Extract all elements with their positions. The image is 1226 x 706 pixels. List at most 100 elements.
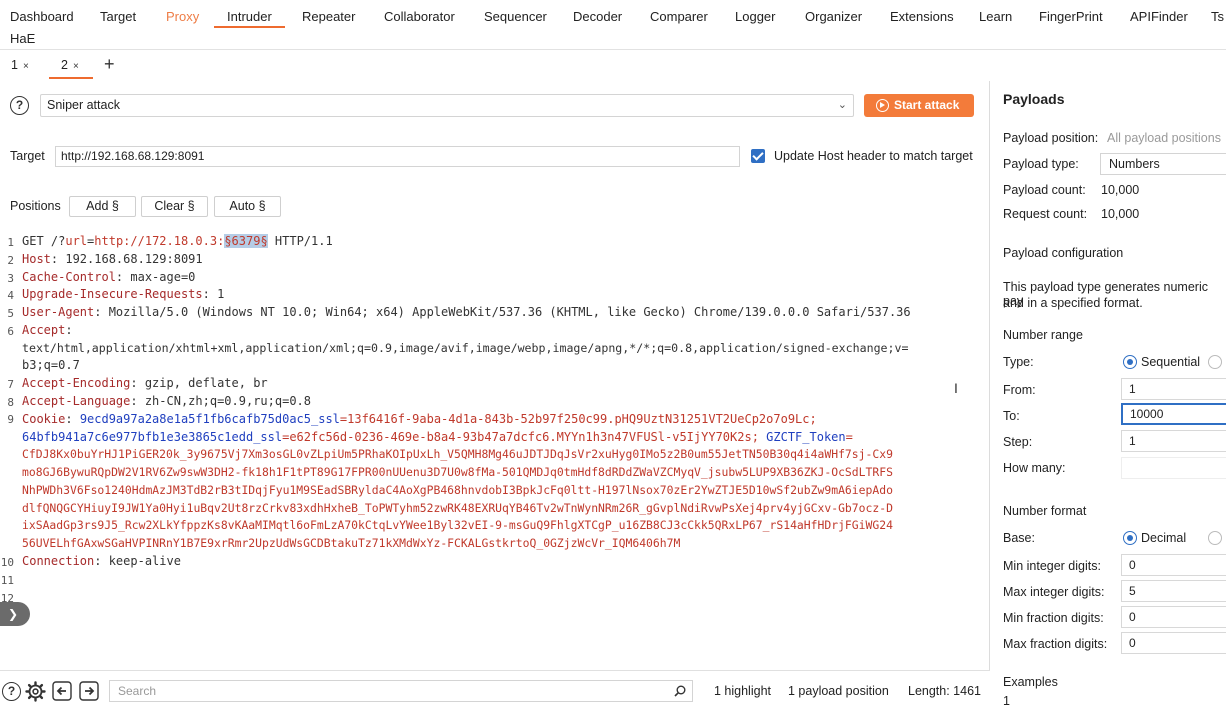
how-many-input[interactable] — [1121, 457, 1226, 479]
line-number: 2 — [7, 254, 14, 267]
how-many-label: How many: — [1003, 461, 1066, 475]
request-length: Length: 1461 — [908, 684, 981, 698]
header-line: Upgrade-Insecure-Requests: 1 — [22, 286, 224, 304]
tab-apifinder[interactable]: APIFinder — [1130, 0, 1188, 32]
forward-arrow-icon[interactable] — [79, 681, 99, 701]
payload-type-select[interactable]: Numbers — [1100, 153, 1226, 175]
random-radio[interactable] — [1208, 355, 1222, 369]
add-marker-button[interactable]: Add § — [69, 196, 136, 217]
close-icon[interactable]: × — [23, 61, 29, 72]
cookie-line: 64bfb941a7c6e977bfb1e3e3865c1edd_ssl=e62… — [22, 429, 853, 447]
tab-intruder[interactable]: Intruder — [214, 0, 285, 32]
min-integer-input[interactable]: 0 — [1121, 554, 1226, 576]
target-input[interactable]: http://192.168.68.129:8091 — [55, 146, 740, 167]
hex-radio[interactable] — [1208, 531, 1222, 545]
header-key: Cache-Control — [22, 270, 116, 284]
tab-ts[interactable]: Ts — [1211, 0, 1224, 32]
cookie-name: 64bfb941a7c6e977bfb1e3e3865c1edd_ssl — [22, 430, 283, 444]
subtab-2[interactable]: 2 × — [49, 58, 93, 79]
request-count-label: Request count: — [1003, 207, 1088, 221]
help-icon[interactable]: ? — [10, 96, 29, 115]
cookie-value-line: NhPWDh3V6Fso1240HdmAzJM3TdB2rB3tIDqjFyu1… — [22, 483, 893, 497]
max-integer-input[interactable]: 5 — [1121, 580, 1226, 602]
pane-divider[interactable] — [989, 81, 990, 706]
from-input[interactable]: 1 — [1121, 378, 1226, 400]
step-label: Step: — [1003, 435, 1033, 449]
cookie-value: =e62fc56d-0236-469e-b8a4-93b47a7dcfc6.MY… — [282, 430, 759, 444]
cookie-value-line: mo8GJ6BywuRQpDW2V1RV6Zw9swW3DH2-fk18h1F1… — [22, 465, 893, 479]
tab-sequencer[interactable]: Sequencer — [484, 0, 547, 32]
max-fraction-input[interactable]: 0 — [1121, 632, 1226, 654]
line-number: 4 — [7, 289, 14, 302]
tab-dashboard[interactable]: Dashboard — [10, 0, 74, 32]
cookie-value-line: 56UVELhfGAxwSGaHVPINRnY1B7E9xrRmr2UpzUdW… — [22, 536, 681, 550]
to-input[interactable]: 10000 — [1121, 403, 1226, 425]
clear-marker-button[interactable]: Clear § — [141, 196, 208, 217]
back-arrow-icon[interactable] — [52, 681, 72, 701]
gear-icon[interactable] — [25, 681, 46, 702]
header-key: Accept — [22, 323, 66, 337]
tab-extensions[interactable]: Extensions — [890, 0, 954, 32]
min-fraction-input[interactable]: 0 — [1121, 606, 1226, 628]
line-number: 6 — [7, 325, 14, 338]
examples-title: Examples — [1003, 675, 1058, 689]
tab-organizer[interactable]: Organizer — [805, 0, 862, 32]
cookie-value-line: CfDJ8Kx0buYrHJ1PiGER20k_3y9675Vj7Xm3osGL… — [22, 447, 893, 461]
auto-marker-button[interactable]: Auto § — [214, 196, 281, 217]
decimal-radio[interactable] — [1123, 531, 1137, 545]
tab-decoder[interactable]: Decoder — [573, 0, 622, 32]
search-icon[interactable] — [674, 685, 686, 697]
sequential-label[interactable]: Sequential — [1141, 355, 1200, 369]
cookie-eq: = — [845, 430, 853, 444]
close-icon[interactable]: × — [73, 61, 79, 72]
sequential-radio[interactable] — [1123, 355, 1137, 369]
header-key: Connection — [22, 554, 95, 568]
line-number: 7 — [7, 378, 14, 391]
expand-panel-button[interactable]: ❯ — [0, 602, 30, 626]
step-input[interactable]: 1 — [1121, 430, 1226, 452]
cookie-line: Cookie: 9ecd9a97a2a8e1a5f1fb6cafb75d0ac5… — [22, 411, 817, 429]
tab-logger[interactable]: Logger — [735, 0, 775, 32]
decimal-label[interactable]: Decimal — [1141, 531, 1186, 545]
start-attack-button[interactable]: Start attack — [864, 94, 974, 117]
add-tab-icon[interactable]: + — [104, 54, 115, 75]
play-icon — [876, 99, 889, 112]
tab-learn[interactable]: Learn — [979, 0, 1012, 32]
header-key: User-Agent — [22, 305, 95, 319]
param-name: url — [65, 234, 88, 248]
payload-config-title: Payload configuration — [1003, 246, 1124, 260]
header-value: : — [65, 323, 73, 337]
start-attack-label: Start attack — [894, 98, 960, 112]
payload-marker[interactable]: §6379§ — [224, 234, 268, 248]
from-label: From: — [1003, 383, 1036, 397]
tab-fingerprint[interactable]: FingerPrint — [1039, 0, 1103, 32]
tab-comparer[interactable]: Comparer — [650, 0, 708, 32]
help-icon[interactable]: ? — [2, 682, 21, 701]
header-key: Host — [22, 252, 51, 266]
header-line: Connection: keep-alive — [22, 553, 181, 571]
chevron-down-icon: ⌄ — [837, 99, 847, 111]
to-label: To: — [1003, 409, 1020, 423]
tab-hae[interactable]: HaE — [10, 31, 35, 46]
attack-type-select[interactable]: Sniper attack ⌄ — [40, 94, 854, 117]
max-integer-label: Max integer digits: — [1003, 585, 1105, 599]
update-host-label[interactable]: Update Host header to match target — [774, 149, 973, 163]
line-number: 8 — [7, 396, 14, 409]
tab-repeater[interactable]: Repeater — [302, 0, 355, 32]
tab-proxy[interactable]: Proxy — [166, 0, 199, 32]
line-number: 5 — [7, 307, 14, 320]
payload-count-value: 10,000 — [1101, 183, 1140, 197]
request-method: GET /? — [22, 234, 66, 248]
payload-position-select[interactable]: All payload positions — [1107, 131, 1221, 145]
update-host-checkbox[interactable] — [751, 149, 765, 163]
header-value: : Mozilla/5.0 (Windows NT 10.0; Win64; x… — [94, 305, 911, 319]
header-line: User-Agent: Mozilla/5.0 (Windows NT 10.0… — [22, 304, 911, 322]
header-line: Host: 192.168.68.129:8091 — [22, 251, 203, 269]
header-value: : gzip, deflate, br — [130, 376, 268, 390]
min-integer-label: Min integer digits: — [1003, 559, 1101, 573]
tab-target[interactable]: Target — [100, 0, 136, 32]
subtab-1[interactable]: 1 × — [11, 58, 29, 72]
tab-collaborator[interactable]: Collaborator — [384, 0, 455, 32]
search-input[interactable]: Search — [109, 680, 693, 702]
highlight-count: 1 highlight — [714, 684, 771, 698]
